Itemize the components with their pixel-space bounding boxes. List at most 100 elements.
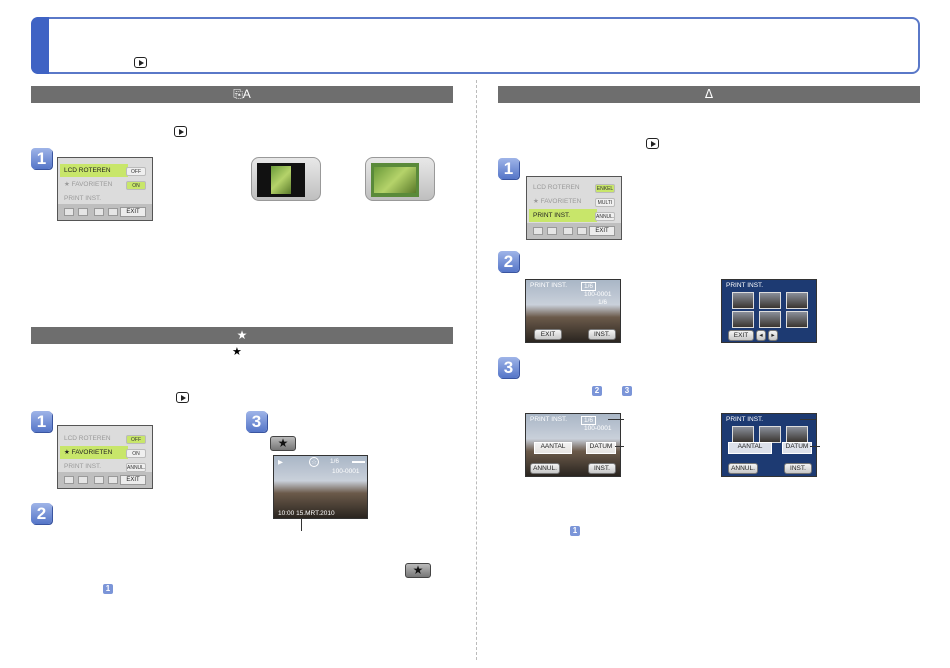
wrench-icon[interactable] — [78, 476, 88, 484]
next-page-icon[interactable]: ▸ — [768, 330, 778, 341]
thumbnail[interactable] — [732, 292, 754, 309]
prev-icon[interactable] — [563, 227, 573, 235]
print-single-photo: PRINT INST. 1/6 100-0001 1/6 EXIT INST. — [525, 279, 621, 343]
photo-timestamp: 10:00 15.MRT.2010 — [278, 510, 335, 517]
chapter-tab — [31, 17, 49, 74]
menu-icon-button[interactable] — [533, 227, 543, 235]
bird-image — [271, 166, 291, 194]
next-icon[interactable] — [108, 208, 118, 216]
prev-page-icon[interactable]: ◂ — [756, 330, 766, 341]
menu-row[interactable]: LCD ROTEREN — [60, 164, 128, 177]
set-button[interactable]: INST. — [588, 329, 616, 340]
column-divider — [476, 80, 477, 660]
print-count: 1/6 — [598, 299, 608, 306]
next-icon[interactable] — [577, 227, 587, 235]
star-button-icon: ★ — [270, 436, 296, 451]
menu-pill[interactable]: MULTI — [595, 198, 615, 207]
chapter-header — [31, 17, 920, 74]
exit-button[interactable]: EXIT — [728, 330, 754, 341]
favorites-menu: LCD ROTEREN OFF ★ FAVORIETEN ON PRINT IN… — [57, 425, 153, 489]
callout-line — [810, 446, 820, 447]
playback-icon — [134, 57, 147, 68]
screen-title: PRINT INST. — [726, 416, 764, 423]
menu-pill[interactable]: ENKEL — [595, 184, 615, 193]
menu-icon-button[interactable] — [64, 476, 74, 484]
menu-bottom-bar: EXIT — [58, 472, 152, 488]
exit-button[interactable]: EXIT — [120, 475, 146, 485]
camera-landscape-view — [365, 157, 435, 201]
section-bar-favorites: ★ — [31, 327, 453, 344]
exit-button[interactable]: EXIT — [589, 226, 615, 236]
camera-screen — [371, 163, 419, 197]
thumbnail — [786, 426, 808, 443]
menu-bottom-bar: EXIT — [527, 223, 621, 239]
camera-buttons — [308, 164, 316, 196]
playback-icon — [174, 126, 187, 137]
prev-icon[interactable] — [94, 208, 104, 216]
date-toggle[interactable]: DATUM — [782, 442, 812, 454]
callout-line — [608, 419, 624, 420]
print-menu: LCD ROTEREN ENKEL ★ FAVORIETEN MULTI PRI… — [526, 176, 622, 240]
section-bar-rotate: ⎘A — [31, 86, 453, 103]
thumbnail[interactable] — [786, 292, 808, 309]
thumbnail[interactable] — [759, 311, 781, 328]
wrench-icon[interactable] — [78, 208, 88, 216]
file-number: 100-0001 — [332, 468, 360, 475]
print-count-field[interactable]: AANTAL — [534, 442, 572, 454]
file-number: 100-0001 — [584, 291, 612, 298]
next-icon[interactable] — [108, 476, 118, 484]
cancel-button[interactable]: ANNUL. — [530, 463, 560, 474]
menu-pill[interactable]: ANNUL. — [595, 212, 615, 221]
exit-button[interactable]: EXIT — [120, 207, 146, 217]
menu-row[interactable]: LCD ROTEREN — [60, 432, 128, 445]
thumbnail[interactable] — [759, 292, 781, 309]
bird-image — [374, 167, 416, 193]
step-number: 3 — [246, 411, 267, 432]
menu-row[interactable]: ★ FAVORIETEN — [60, 446, 128, 459]
print-count-field[interactable]: AANTAL — [728, 442, 772, 454]
playback-icon — [176, 392, 189, 403]
image-counter: 1/6 — [581, 416, 597, 425]
menu-row[interactable]: PRINT INST. — [529, 209, 597, 222]
print-options-grid: PRINT INST. AANTAL DATUM ANNUL. INST. — [721, 413, 817, 477]
star-icon: ★ — [236, 328, 248, 342]
menu-pill[interactable]: ON — [126, 181, 146, 190]
print-grid-photo: PRINT INST. EXIT ◂ ▸ — [721, 279, 817, 343]
date-toggle[interactable]: DATUM — [586, 442, 616, 454]
star-icon: ★ — [232, 346, 242, 358]
step-number: 1 — [498, 158, 519, 179]
set-button[interactable]: INST. — [784, 463, 812, 474]
favorite-star-icon: ☆ — [309, 457, 319, 467]
menu-pill[interactable]: ON — [126, 449, 146, 458]
callout-line — [615, 446, 624, 447]
prev-icon[interactable] — [94, 476, 104, 484]
camera-screen — [257, 163, 305, 197]
menu-pill[interactable]: OFF — [126, 435, 146, 444]
step-number: 2 — [31, 503, 52, 524]
wrench-icon[interactable] — [547, 227, 557, 235]
step-reference: 1 — [103, 584, 113, 594]
menu-pill[interactable]: OFF — [126, 167, 146, 176]
battery-icon: ▬▬ — [352, 458, 365, 465]
menu-row[interactable]: ★ FAVORIETEN — [529, 195, 597, 208]
step-number: 2 — [498, 251, 519, 272]
cancel-button[interactable]: ANNUL. — [728, 463, 758, 474]
section-bar-print: ᐃ — [498, 86, 920, 103]
exit-button[interactable]: EXIT — [534, 329, 562, 340]
thumbnail — [759, 426, 781, 443]
thumbnail[interactable] — [786, 311, 808, 328]
menu-pill[interactable]: ANNUL. — [126, 463, 146, 472]
image-counter: 1/6 — [581, 282, 597, 291]
step-number: 1 — [31, 411, 52, 432]
set-button[interactable]: INST. — [588, 463, 616, 474]
image-counter: 1/6 — [330, 458, 340, 465]
menu-icon-button[interactable] — [64, 208, 74, 216]
screen-title: PRINT INST. — [726, 282, 764, 289]
print-set-icon: ᐃ — [704, 87, 714, 101]
menu-row[interactable]: ★ FAVORIETEN — [60, 178, 128, 191]
camera-portrait-view — [251, 157, 321, 201]
menu-row[interactable]: LCD ROTEREN — [529, 181, 597, 194]
star-button-icon: ★ — [405, 563, 431, 578]
thumbnail[interactable] — [732, 311, 754, 328]
step-number: 1 — [31, 148, 52, 169]
